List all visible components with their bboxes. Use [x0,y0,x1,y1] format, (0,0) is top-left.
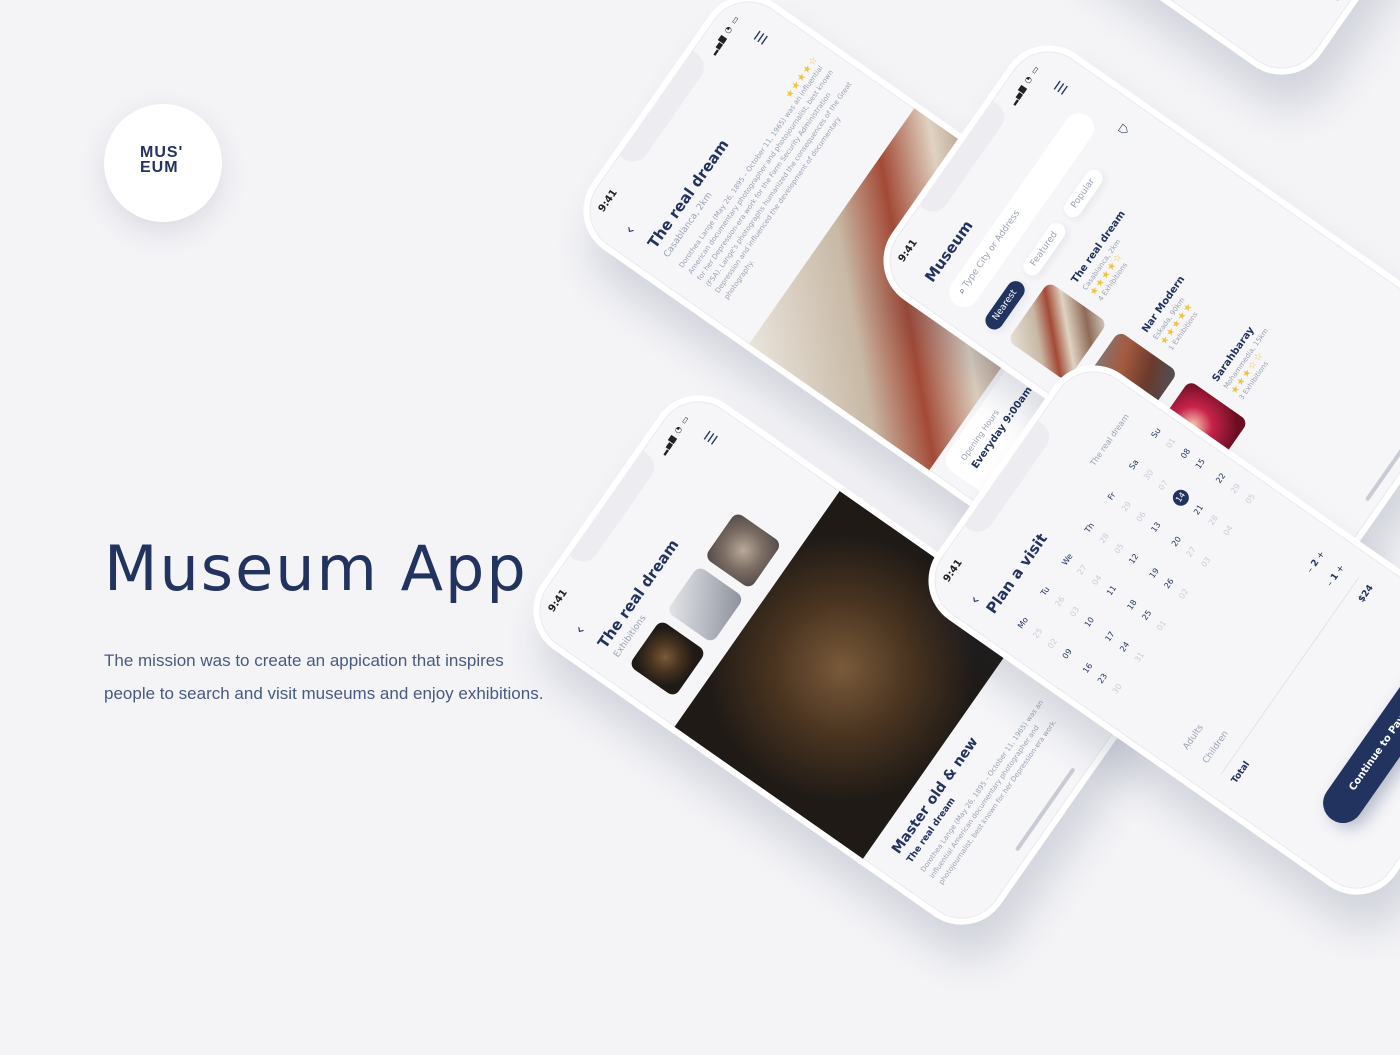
ticket-counter: Adults – 2 + Children – 1 + Total $24 [1181,549,1376,786]
status-icons: ▂▄▆ ◔ ▭ [708,13,742,56]
back-icon[interactable]: ‹ [570,622,589,638]
calendar-day[interactable]: 05 [1239,485,1262,513]
continue-to-payment-button[interactable]: Continue to Payment [1315,652,1400,831]
status-time: 9:41 [596,187,620,215]
notch [618,50,711,168]
menu-icon[interactable]: ☰ [702,429,722,448]
logo: MUS' EUM [104,104,222,222]
page-title: Museum App [104,532,528,605]
calendar-day[interactable]: 13 [1144,513,1173,545]
back-icon[interactable]: ‹ [965,592,984,608]
total-label: Total [1229,759,1253,786]
home-indicator [1334,0,1396,2]
calendar-day[interactable]: 02 [1172,580,1195,608]
calendar-day[interactable]: 15 [1189,450,1218,482]
calendar-day[interactable]: 30 [1106,675,1129,703]
home-indicator [1014,767,1076,852]
calendar-day[interactable]: 03 [1194,548,1217,576]
calendar-day[interactable]: 01 [1150,611,1173,639]
calendar-day[interactable]: 11 [1100,576,1129,608]
menu-icon[interactable]: ☰ [1052,79,1072,98]
total-value: $24 [1356,583,1376,605]
status-time: 9:41 [896,237,920,265]
menu-icon[interactable]: ☰ [752,29,772,48]
calendar-day[interactable]: 31 [1128,643,1151,671]
notch [568,450,661,568]
logo-line-2: EUM [140,159,179,176]
adults-label: Adults [1181,723,1206,752]
status-time: 9:41 [941,557,965,585]
logo-line-1: MUS' [140,144,184,161]
mission-text: The mission was to create an appication … [104,651,544,703]
calendar-day-selected[interactable]: 14 [1169,486,1193,509]
status-icons: ▂▄▆ ◔ ▭ [1008,63,1042,106]
adults-value: 2 [1309,558,1322,569]
calendar-day[interactable]: 04 [1216,516,1239,544]
calendar: Mo Tu We Th Fr Sa Su 25 26 27 28 29 30 0… [1011,419,1269,708]
calendar-day[interactable]: 12 [1122,545,1151,577]
calendar-day[interactable]: 09 [1056,640,1085,672]
children-row: Children – 1 + [1201,563,1347,765]
logo-mark: MUS' EUM [140,144,186,176]
phone-top-partial [834,0,1400,94]
museum-name: The real dream [1088,412,1131,468]
children-stepper[interactable]: – 1 + [1325,563,1347,588]
calendar-day[interactable]: 10 [1078,608,1107,640]
filter-icon[interactable]: ⛉ [1116,122,1133,138]
home-indicator [1364,417,1400,502]
adults-stepper[interactable]: – 2 + [1305,549,1327,574]
status-time: 9:41 [546,587,570,615]
status-icons: ▂▄▆ ◔ ▭ [658,413,692,456]
children-value: 1 [1329,571,1342,583]
back-icon[interactable]: ‹ [620,222,639,238]
children-label: Children [1201,729,1231,766]
